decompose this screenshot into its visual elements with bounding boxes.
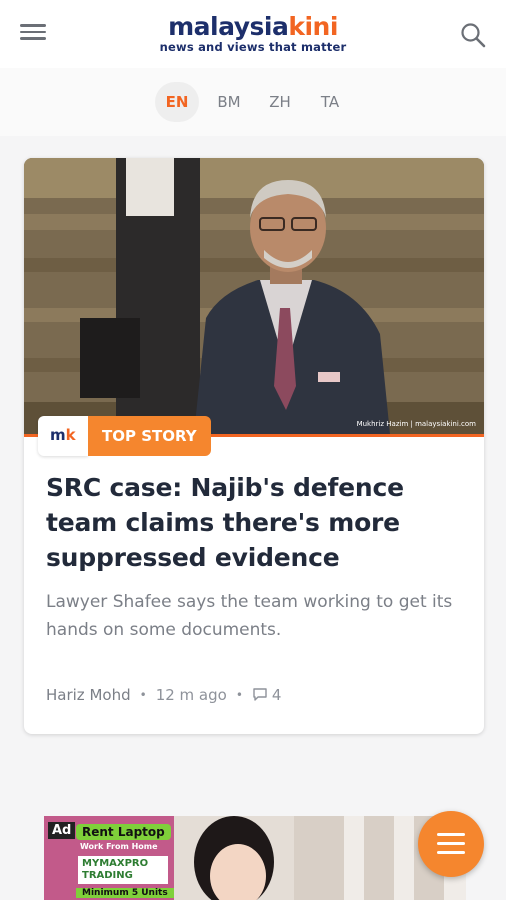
site-logo[interactable]: malaysiakini news and views that matter [0,13,506,55]
language-bar: EN BM ZH TA [0,68,506,136]
ad-subtitle: Work From Home [80,842,158,851]
search-icon-svg [461,23,486,48]
photo-credit: Mukhriz Hazim | malaysiakini.com [356,420,476,428]
fab-bar [437,851,465,854]
story-author[interactable]: Hariz Mohd [46,686,131,704]
lang-tab-zh[interactable]: ZH [258,82,302,122]
top-bar: malaysiakini news and views that matter [0,0,506,68]
fab-bar [437,833,465,836]
comment-icon-svg [253,688,267,701]
story-photo-svg [24,158,484,434]
top-story-badge: TOP STORY [88,416,211,456]
ad-brand: MYMAXPRO TRADING [78,856,168,884]
ad-label: Ad [48,822,76,839]
mk-logo-k: k [65,426,76,444]
ad-title: Rent Laptop [76,824,171,840]
lang-tab-ta[interactable]: TA [308,82,352,122]
logo-tagline: news and views that matter [159,40,347,54]
logo-part-kini: kini [288,12,338,41]
lang-tab-en[interactable]: EN [155,82,199,122]
story-headline[interactable]: SRC case: Najib's defence team claims th… [46,470,466,575]
logo-wordmark: malaysiakini [0,13,506,41]
comment-icon[interactable] [252,686,268,704]
logo-part-malaysia: malaysia [168,12,289,41]
story-summary: Lawyer Shafee says the team working to g… [46,592,453,640]
ad-banner[interactable]: Ad Rent Laptop Work From Home MYMAXPRO T… [44,816,466,900]
fab-bar [437,842,465,845]
story-meta: Hariz Mohd • 12 m ago • 4 [46,686,281,704]
story-time-ago: 12 m ago [155,686,227,704]
meta-separator: • [139,688,147,702]
badge-mk-logo: mk [38,416,88,456]
top-story-card[interactable]: Mukhriz Hazim | malaysiakini.com mk TOP … [24,158,484,734]
meta-separator: • [235,688,243,702]
mk-logo-m: m [50,426,66,444]
mk-logo-text: mk [50,426,76,444]
comment-count[interactable]: 4 [272,686,282,704]
search-icon[interactable] [458,20,488,50]
floating-menu-button[interactable] [418,811,484,877]
lang-tab-bm[interactable]: BM [207,82,251,122]
story-photo[interactable]: Mukhriz Hazim | malaysiakini.com [24,158,484,434]
ad-note: Minimum 5 Units [76,888,174,898]
